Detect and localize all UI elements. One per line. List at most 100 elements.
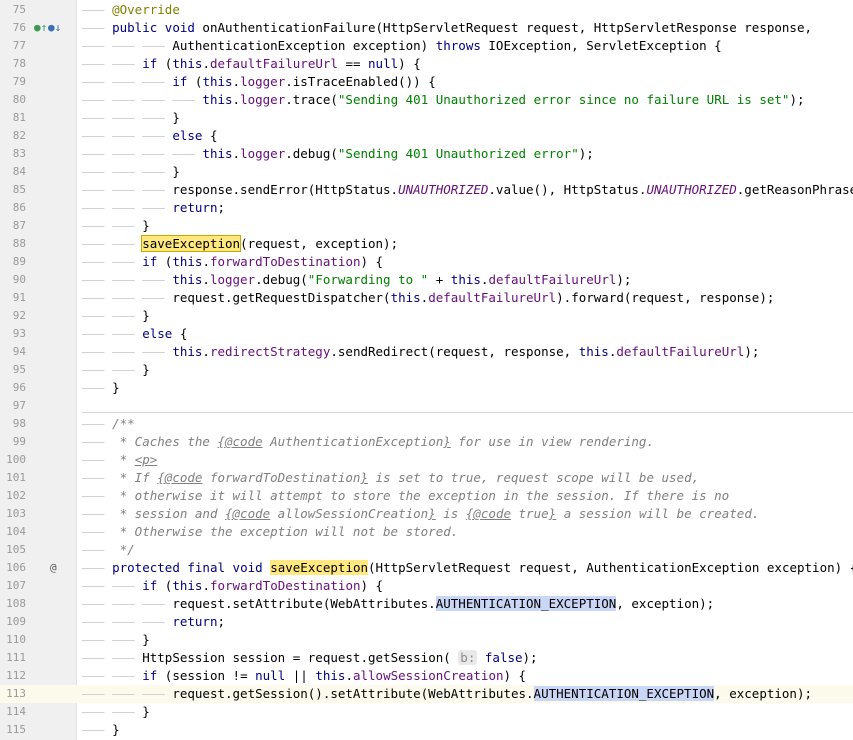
code-content[interactable]: ——— ——— ——— this.logger.debug("Forwardin… bbox=[82, 271, 631, 289]
line-number[interactable]: 86 bbox=[0, 199, 26, 217]
code-content[interactable]: ——— ——— ——— return; bbox=[82, 613, 225, 631]
code-line[interactable]: 100 ——— * <p> bbox=[0, 451, 853, 469]
code-content[interactable]: ——— * Caches the {@code AuthenticationEx… bbox=[82, 433, 654, 451]
code-line[interactable]: 79 ——— ——— ——— if (this.logger.isTraceEna… bbox=[0, 73, 853, 91]
code-line[interactable]: 96 ——— } bbox=[0, 379, 853, 397]
code-line[interactable]: 91 ——— ——— ——— request.getRequestDispatch… bbox=[0, 289, 853, 307]
code-line[interactable]: 101 ——— * If {@code forwardToDestination}… bbox=[0, 469, 853, 487]
code-line[interactable]: 85 ——— ——— ——— response.sendError(HttpSta… bbox=[0, 181, 853, 199]
line-number[interactable]: 79 bbox=[0, 73, 26, 91]
code-line[interactable]: 114 ——— ——— } bbox=[0, 703, 853, 721]
code-line[interactable]: 98 ——— /** bbox=[0, 415, 853, 433]
code-line[interactable]: 81 ——— ——— ——— } bbox=[0, 109, 853, 127]
line-number[interactable]: 105 bbox=[0, 541, 26, 559]
code-content[interactable]: ——— ——— } bbox=[82, 361, 150, 379]
code-line[interactable]: 88 ——— ——— saveException(request, excepti… bbox=[0, 235, 853, 253]
code-line[interactable]: 95 ——— ——— } bbox=[0, 361, 853, 379]
code-content[interactable]: ——— ——— else { bbox=[82, 325, 187, 343]
line-number[interactable]: 114 bbox=[0, 703, 26, 721]
code-content[interactable]: ——— * session and {@code allowSessionCre… bbox=[82, 505, 759, 523]
code-line[interactable]: 93 ——— ——— else { bbox=[0, 325, 853, 343]
line-number[interactable]: 88 bbox=[0, 235, 26, 253]
code-line[interactable]: 107 ——— ——— if (this.forwardToDestination… bbox=[0, 577, 853, 595]
code-content[interactable]: ——— ——— } bbox=[82, 631, 150, 649]
line-number[interactable]: 89 bbox=[0, 253, 26, 271]
line-number[interactable]: 92 bbox=[0, 307, 26, 325]
code-line[interactable]: 82 ——— ——— ——— else { bbox=[0, 127, 853, 145]
code-content[interactable]: ——— @Override bbox=[82, 1, 180, 19]
line-number[interactable]: 102 bbox=[0, 487, 26, 505]
line-number[interactable]: 82 bbox=[0, 127, 26, 145]
annotation-icon[interactable]: @ bbox=[50, 559, 57, 577]
line-number[interactable]: 84 bbox=[0, 163, 26, 181]
line-number[interactable]: 85 bbox=[0, 181, 26, 199]
code-line[interactable]: 89 ——— ——— if (this.forwardToDestination)… bbox=[0, 253, 853, 271]
code-line[interactable]: 94 ——— ——— ——— this.redirectStrategy.send… bbox=[0, 343, 853, 361]
code-content[interactable]: ——— protected final void saveException(H… bbox=[82, 559, 853, 577]
code-line[interactable]: 92 ——— ——— } bbox=[0, 307, 853, 325]
code-content[interactable]: ——— * otherwise it will attempt to store… bbox=[82, 487, 729, 505]
code-content[interactable]: ——— ——— ——— ——— this.logger.debug("Sendi… bbox=[82, 145, 594, 163]
line-number[interactable]: 87 bbox=[0, 217, 26, 235]
code-content[interactable]: ——— * If {@code forwardToDestination} is… bbox=[82, 469, 699, 487]
code-content[interactable]: ——— */ bbox=[82, 541, 135, 559]
line-number[interactable]: 112 bbox=[0, 667, 26, 685]
code-content[interactable]: ——— ——— ——— response.sendError(HttpStatu… bbox=[82, 181, 853, 199]
line-number[interactable]: 107 bbox=[0, 577, 26, 595]
line-number[interactable]: 94 bbox=[0, 343, 26, 361]
line-number[interactable]: 91 bbox=[0, 289, 26, 307]
line-number[interactable]: 108 bbox=[0, 595, 26, 613]
code-content[interactable]: ——— ——— ——— } bbox=[82, 109, 180, 127]
line-number[interactable]: 111 bbox=[0, 649, 26, 667]
code-line[interactable]: 115 ——— } bbox=[0, 721, 853, 739]
code-line[interactable]: 113 ——— ——— ——— request.getSession().setA… bbox=[0, 685, 853, 703]
line-number[interactable]: 100 bbox=[0, 451, 26, 469]
code-line[interactable]: 77 ——— ——— ——— AuthenticationException ex… bbox=[0, 37, 853, 55]
code-content[interactable]: ——— ——— ——— return; bbox=[82, 199, 225, 217]
line-number[interactable]: 101 bbox=[0, 469, 26, 487]
line-number[interactable]: 83 bbox=[0, 145, 26, 163]
code-line[interactable]: 84 ——— ——— ——— } bbox=[0, 163, 853, 181]
line-number[interactable]: 78 bbox=[0, 55, 26, 73]
line-number[interactable]: 97 bbox=[0, 397, 26, 415]
code-line[interactable]: 108 ——— ——— ——— request.setAttribute(WebA… bbox=[0, 595, 853, 613]
code-content[interactable]: ——— ——— } bbox=[82, 703, 150, 721]
line-number[interactable]: 96 bbox=[0, 379, 26, 397]
code-content[interactable]: ——— ——— ——— request.getSession().setAttr… bbox=[82, 685, 812, 703]
code-content[interactable]: ——— public void onAuthenticationFailure(… bbox=[82, 19, 812, 37]
code-content[interactable]: ——— ——— } bbox=[82, 307, 150, 325]
line-number[interactable]: 115 bbox=[0, 721, 26, 739]
line-number[interactable]: 110 bbox=[0, 631, 26, 649]
code-editor[interactable]: 75 ——— @Override 76 ●↑ ●↓ ——— public void onA… bbox=[0, 0, 853, 740]
line-number[interactable]: 104 bbox=[0, 523, 26, 541]
code-line[interactable]: 109 ——— ——— ——— return; bbox=[0, 613, 853, 631]
code-line[interactable]: 87 ——— ——— } bbox=[0, 217, 853, 235]
line-number[interactable]: 103 bbox=[0, 505, 26, 523]
code-content[interactable]: ——— ——— } bbox=[82, 217, 150, 235]
line-number[interactable]: 109 bbox=[0, 613, 26, 631]
line-number[interactable]: 93 bbox=[0, 325, 26, 343]
code-content[interactable]: ——— ——— ——— request.getRequestDispatcher… bbox=[82, 289, 774, 307]
code-line[interactable]: 102 ——— * otherwise it will attempt to st… bbox=[0, 487, 853, 505]
overrides-icon[interactable]: ●↓ bbox=[48, 19, 61, 37]
code-line[interactable]: 106 @ ——— protected final void saveExcepti… bbox=[0, 559, 853, 577]
code-line[interactable]: 110 ——— ——— } bbox=[0, 631, 853, 649]
line-number[interactable]: 106 bbox=[0, 559, 26, 577]
line-number[interactable]: 98 bbox=[0, 415, 26, 433]
code-line[interactable]: 80 ——— ——— ——— ——— this.logger.trace("Sen… bbox=[0, 91, 853, 109]
line-number[interactable]: 75 bbox=[0, 1, 26, 19]
code-content[interactable]: ——— } bbox=[82, 379, 120, 397]
code-content[interactable]: ——— ——— ——— if (this.logger.isTraceEnabl… bbox=[82, 73, 436, 91]
code-content[interactable]: ——— ——— if (session != null || this.allo… bbox=[82, 667, 526, 685]
code-line[interactable]: 78 ——— ——— if (this.defaultFailureUrl == … bbox=[0, 55, 853, 73]
code-content[interactable]: ——— ——— ——— this.redirectStrategy.sendRe… bbox=[82, 343, 759, 361]
code-content[interactable]: ——— ——— ——— ——— this.logger.trace("Sendi… bbox=[82, 91, 805, 109]
code-content[interactable]: ——— ——— ——— AuthenticationException exce… bbox=[82, 37, 722, 55]
code-content[interactable]: ——— ——— saveException(request, exception… bbox=[82, 235, 398, 253]
code-content[interactable]: ——— ——— ——— request.setAttribute(WebAttr… bbox=[82, 595, 714, 613]
line-number[interactable]: 90 bbox=[0, 271, 26, 289]
code-content[interactable]: ——— } bbox=[82, 721, 120, 739]
code-content[interactable]: ——— * Otherwise the exception will not b… bbox=[82, 523, 458, 541]
line-number[interactable]: 95 bbox=[0, 361, 26, 379]
code-content[interactable]: ——— ——— if (this.forwardToDestination) { bbox=[82, 253, 383, 271]
